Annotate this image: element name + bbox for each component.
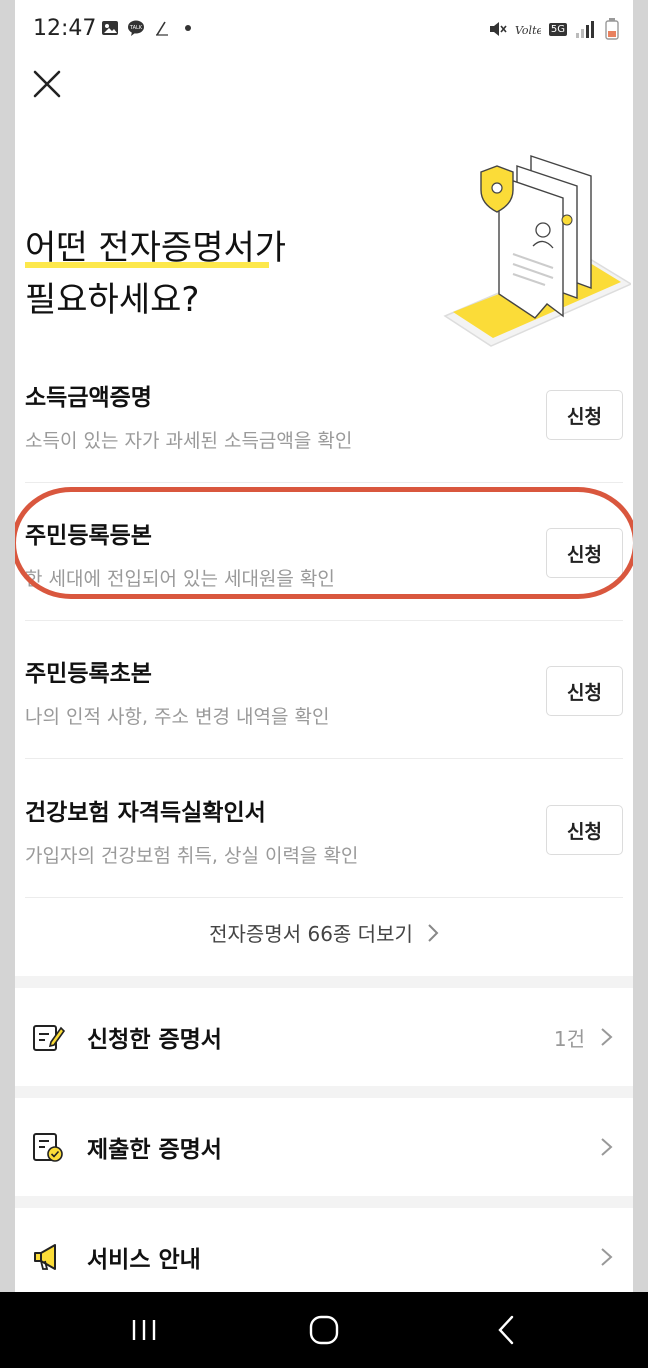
cert-description: 가입자의 건강보험 취득, 상실 이력을 확인 (25, 845, 359, 867)
menu-row-submitted[interactable]: 제출한 증명서 (15, 1098, 633, 1196)
page-title-line1: 어떤 전자증명서가 (25, 228, 287, 268)
menu-count: 1건 (553, 1026, 585, 1051)
chevron-right-icon (601, 1138, 613, 1156)
document-check-icon (33, 1133, 63, 1162)
section-gap (15, 1086, 633, 1098)
chevron-right-icon (601, 1028, 613, 1046)
svg-text:TALK: TALK (129, 25, 143, 31)
menu-row-service-guide[interactable]: 서비스 안내 (15, 1208, 633, 1292)
menu-label: 제출한 증명서 (87, 1137, 222, 1163)
talk-icon: TALK (128, 20, 144, 36)
more-certificates-link[interactable]: 전자증명서 66종 더보기 (15, 918, 633, 947)
network-badge: 5G (548, 22, 567, 36)
cert-item-income: 소득금액증명 소득이 있는 자가 과세된 소득금액을 확인 신청 (25, 378, 623, 453)
battery-icon (605, 18, 619, 40)
back-icon[interactable] (488, 1312, 524, 1348)
menu-label: 신청한 증명서 (87, 1027, 222, 1053)
svg-text:Volte: Volte (515, 24, 541, 37)
page-title: 어떤 전자증명서가 필요하세요? (25, 222, 286, 326)
status-time: 12:47 (33, 16, 97, 41)
recent-apps-icon[interactable] (126, 1312, 162, 1348)
apply-button-income[interactable]: 신청 (546, 390, 623, 440)
cert-item-health-insurance: 건강보험 자격득실확인서 가입자의 건강보험 취득, 상실 이력을 확인 신청 (25, 793, 623, 868)
cert-title: 건강보험 자격득실확인서 (25, 800, 266, 826)
status-bar: 12:47 TALK Volte 5G (15, 0, 633, 58)
chevron-right-icon (601, 1248, 613, 1266)
highlight-annotation (15, 487, 633, 599)
cert-item-resident-abstract: 주민등록초본 나의 인적 사항, 주소 변경 내역을 확인 신청 (25, 654, 623, 729)
certificate-illustration (443, 155, 631, 347)
notification-icons: TALK (101, 19, 197, 37)
divider (25, 758, 623, 759)
more-certificates-label: 전자증명서 66종 더보기 (209, 922, 413, 946)
pen-icon (156, 21, 168, 36)
cert-title: 소득금액증명 (25, 385, 152, 411)
system-status-icons: Volte 5G (487, 18, 619, 40)
volte-icon: Volte (515, 24, 541, 37)
chevron-right-icon (428, 923, 439, 942)
apply-button-health-insurance[interactable]: 신청 (546, 805, 623, 855)
section-gap (15, 1196, 633, 1208)
page-title-line2: 필요하세요? (25, 280, 200, 320)
gallery-icon (102, 21, 118, 35)
divider (25, 620, 623, 621)
cert-title: 주민등록초본 (25, 661, 152, 687)
cert-description: 소득이 있는 자가 과세된 소득금액을 확인 (25, 430, 353, 452)
divider (25, 482, 623, 483)
divider (25, 897, 623, 898)
close-icon[interactable] (29, 66, 65, 102)
menu-row-applied[interactable]: 신청한 증명서 1건 (15, 988, 633, 1086)
home-icon[interactable] (306, 1312, 342, 1348)
megaphone-icon (34, 1244, 56, 1270)
menu-label: 서비스 안내 (87, 1247, 201, 1273)
app-screen: 12:47 TALK Volte 5G 어떤 전자증명서가 필요하세요? 소득금… (15, 0, 633, 1292)
signal-icon (576, 21, 594, 38)
system-nav-bar (0, 1292, 648, 1368)
mute-icon (489, 22, 507, 36)
apply-button-resident-abstract[interactable]: 신청 (546, 666, 623, 716)
cert-description: 나의 인적 사항, 주소 변경 내역을 확인 (25, 706, 330, 728)
section-gap (15, 976, 633, 988)
document-edit-icon (33, 1025, 65, 1051)
dot-icon (185, 25, 191, 31)
